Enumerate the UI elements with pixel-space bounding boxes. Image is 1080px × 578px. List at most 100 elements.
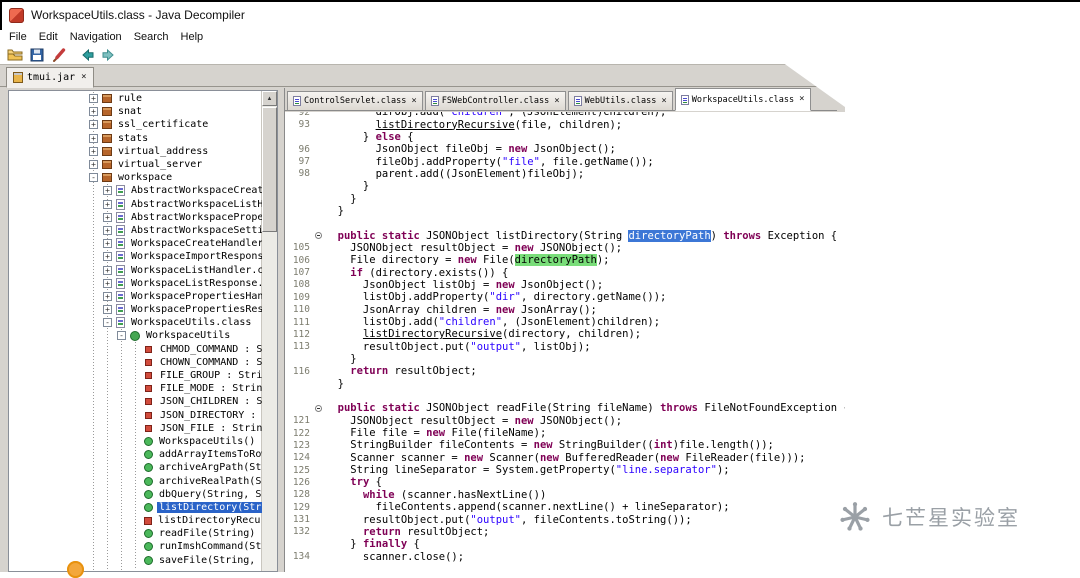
tree-item-rule[interactable]: + rule (9, 92, 262, 105)
fold-collapse-icon[interactable] (315, 404, 322, 412)
package-icon (102, 120, 112, 130)
tree-item-workspacelistresponse-class[interactable]: + WorkspaceListResponse.class (9, 277, 262, 290)
code-text: listDirectoryRecursive(file, children); (375, 118, 623, 131)
expand-plus-icon[interactable]: + (103, 239, 112, 249)
code-line: } (285, 353, 845, 365)
tree-item-abstractworkspacesettingshand[interactable]: + AbstractWorkspaceSettingsHand (9, 224, 262, 237)
code-text: JsonArray children = new JsonArray(); (325, 303, 597, 316)
tree-item-label: addArrayItemsToRow(Arra (159, 449, 262, 461)
expand-plus-icon[interactable]: + (89, 133, 98, 143)
tree-item-listdirectory-string[interactable]: listDirectory(String) (9, 501, 262, 514)
tree-item-json-children-string[interactable]: JSON_CHILDREN : String (9, 395, 262, 408)
line-number: 92 (298, 112, 310, 118)
tree-item-archiveargpath-string[interactable]: archiveArgPath(String, (9, 461, 262, 474)
expand-plus-icon[interactable]: + (103, 305, 112, 315)
tree-item-workspaceutils[interactable]: WorkspaceUtils() (9, 435, 262, 448)
code-line: 109 listObj.addProperty("dir", directory… (285, 291, 845, 303)
tree-item-abstractworkspacepropertiesha[interactable]: + AbstractWorkspacePropertiesHa (9, 211, 262, 224)
method-link[interactable]: listDirectoryRecursive (376, 119, 515, 131)
menu-item-search[interactable]: Search (128, 30, 175, 44)
collapse-minus-icon[interactable]: - (117, 331, 126, 341)
tree-item-archiverealpath-string[interactable]: archiveRealPath(String, (9, 474, 262, 487)
paintbrush-icon[interactable] (49, 46, 68, 63)
line-number: 128 (292, 489, 310, 501)
menu-item-file[interactable]: File (3, 30, 33, 44)
expand-plus-icon[interactable]: + (103, 265, 112, 275)
tree-item-workspacecreatehandler-class[interactable]: + WorkspaceCreateHandler.class (9, 237, 262, 250)
tree-item-virtual-server[interactable]: + virtual_server (9, 158, 262, 171)
tree-item-stats[interactable]: + stats (9, 132, 262, 145)
line-number: 134 (292, 551, 310, 563)
code-text: JsonObject fileObj = new JsonObject(); (325, 143, 616, 156)
tree-item-addarrayitemstorow-arra[interactable]: addArrayItemsToRow(Arra (9, 448, 262, 461)
tree-item-virtual-address[interactable]: + virtual_address (9, 145, 262, 158)
open-file-icon[interactable] (5, 46, 24, 63)
expand-plus-icon[interactable]: + (89, 120, 98, 130)
tree-item-runimshcommand-string[interactable]: runImshCommand(String) (9, 540, 262, 553)
editor-tab-fswebcontroller-class[interactable]: FSWebController.class × (424, 91, 566, 110)
code-editor[interactable]: 92 dirObj.add("children", (JsonElement)c… (285, 112, 845, 572)
line-number: 93 (298, 119, 310, 131)
fold-collapse-icon[interactable] (315, 232, 322, 240)
expand-plus-icon[interactable]: + (89, 107, 98, 117)
tree-item-workspaceutils-class[interactable]: - WorkspaceUtils.class (9, 316, 262, 329)
close-tab-icon[interactable]: × (554, 96, 559, 106)
expand-plus-icon[interactable]: + (103, 199, 112, 209)
close-tab-icon[interactable]: × (661, 96, 666, 106)
collapse-minus-icon[interactable]: - (89, 173, 98, 183)
expand-plus-icon[interactable]: + (103, 186, 112, 196)
tree-item-chmod-command-string[interactable]: CHMOD_COMMAND : String (9, 343, 262, 356)
jar-tab-tmui[interactable]: tmui.jar × (6, 67, 94, 88)
tree-item-file-group-string[interactable]: FILE_GROUP : String (9, 369, 262, 382)
scrollbar-thumb[interactable] (262, 107, 277, 232)
expand-plus-icon[interactable]: + (103, 278, 112, 288)
tree-item-abstractworkspacecreatehandle[interactable]: + AbstractWorkspaceCreateHandle (9, 184, 262, 197)
tree-item-abstractworkspacelisthandler[interactable]: + AbstractWorkspaceListHandler. (9, 198, 262, 211)
editor-tab-workspaceutils-class[interactable]: WorkspaceUtils.class × (674, 88, 811, 111)
expand-plus-icon[interactable]: + (103, 291, 112, 301)
tree-item-snat[interactable]: + snat (9, 105, 262, 118)
tree-item-workspacepropertieshandler-cl[interactable]: + WorkspacePropertiesHandler.cl (9, 290, 262, 303)
editor-tab-controlservlet-class[interactable]: ControlServlet.class × (287, 91, 423, 110)
back-icon[interactable] (77, 46, 96, 63)
tree-item-chown-command-string[interactable]: CHOWN_COMMAND : String (9, 356, 262, 369)
menu-item-edit[interactable]: Edit (33, 30, 64, 44)
tree-item-savefile-string-string[interactable]: saveFile(String, String (9, 554, 262, 567)
tree-item-json-directory-string[interactable]: JSON_DIRECTORY : String (9, 409, 262, 422)
collapse-minus-icon[interactable]: - (103, 318, 112, 328)
expand-plus-icon[interactable]: + (103, 212, 112, 222)
code-text: if (directory.exists()) { (350, 266, 509, 279)
tree-item-json-file-string[interactable]: JSON_FILE : String (9, 422, 262, 435)
tree-item-listdirectoryrecursive[interactable]: listDirectoryRecursive( (9, 514, 262, 527)
tree-item-readfile-string-json[interactable]: readFile(String) : JSON (9, 527, 262, 540)
menu-item-navigation[interactable]: Navigation (64, 30, 128, 44)
tree-item-workspace[interactable]: - workspace (9, 171, 262, 184)
close-tab-icon[interactable]: × (799, 95, 804, 104)
method-link[interactable]: listDirectoryRecursive (363, 328, 502, 340)
tree-item-workspacepropertiesresponse-c[interactable]: + WorkspacePropertiesResponse.c (9, 303, 262, 316)
tree-item-dbquery-string-string[interactable]: dbQuery(String, String (9, 488, 262, 501)
tree-item-workspaceutils[interactable]: - WorkspaceUtils (9, 329, 262, 342)
forward-icon[interactable] (99, 46, 118, 63)
tree-scrollbar[interactable]: ▲ (261, 91, 277, 571)
save-all-icon[interactable] (27, 46, 46, 63)
code-line: 134 scanner.close(); (285, 550, 845, 563)
close-tab-icon[interactable]: × (411, 96, 416, 106)
tree-item-workspacelisthandler-class[interactable]: + WorkspaceListHandler.class (9, 263, 262, 276)
tree-item-ssl-certificate[interactable]: + ssl_certificate (9, 118, 262, 131)
tree-item-file-mode-string[interactable]: FILE_MODE : String (9, 382, 262, 395)
tree-item-workspaceimportresponse-class[interactable]: + WorkspaceImportResponse.class (9, 250, 262, 263)
editor-tab-webutils-class[interactable]: WebUtils.class × (567, 91, 673, 110)
menu-item-help[interactable]: Help (175, 30, 210, 44)
expand-plus-icon[interactable]: + (103, 225, 112, 235)
expand-plus-icon[interactable]: + (103, 252, 112, 262)
scroll-up-icon[interactable]: ▲ (262, 91, 277, 106)
tree-item-label: JSON_FILE : String (160, 422, 262, 434)
close-jar-tab-icon[interactable]: × (81, 73, 86, 82)
code-line: } else { (285, 131, 845, 143)
method-icon (144, 542, 153, 552)
expand-plus-icon[interactable]: + (89, 146, 98, 156)
expand-plus-icon[interactable]: + (89, 94, 98, 104)
expand-plus-icon[interactable]: + (89, 160, 98, 170)
code-text: } finally { (325, 538, 420, 551)
